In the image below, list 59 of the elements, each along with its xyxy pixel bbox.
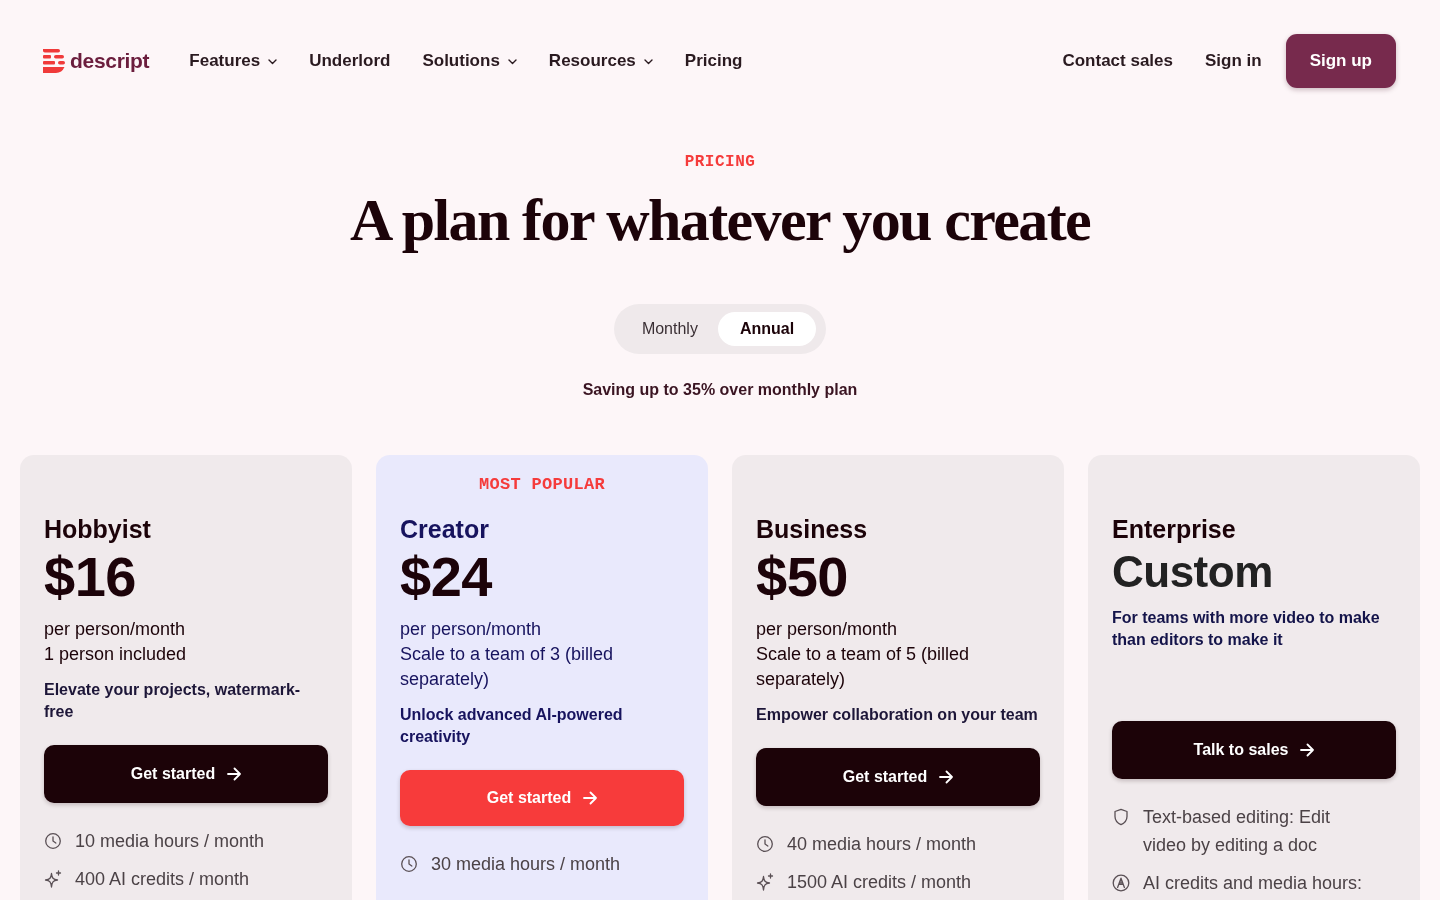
plan-detail: 1 person included — [44, 643, 188, 666]
feature-text: 40 media hours / month — [787, 833, 977, 856]
plan-button[interactable]: Get started — [44, 745, 328, 803]
feature-text: AI credits and media hours: — [1143, 872, 1363, 895]
arrow-right-icon — [1300, 743, 1315, 757]
plan-detail: per person/month — [756, 618, 899, 641]
billing-option[interactable]: Monthly — [623, 312, 716, 346]
clock-icon — [400, 855, 418, 873]
header-link[interactable]: Sign in — [1205, 51, 1262, 71]
plan-button[interactable]: Get started — [756, 748, 1040, 806]
logo-icon — [43, 49, 65, 73]
nav-link[interactable]: Resources — [548, 51, 653, 71]
billing-option[interactable]: Annual — [717, 312, 817, 346]
plan-price: $24 — [400, 549, 493, 605]
feature-text: 400 AI credits / month — [75, 868, 250, 891]
plan-price: Custom — [1112, 550, 1274, 594]
page-heading: A plan for whatever you create — [349, 186, 1091, 254]
nav-link[interactable]: Solutions — [422, 51, 517, 71]
nav-link[interactable]: Features — [189, 51, 278, 71]
nav-link[interactable]: Underlord — [309, 51, 391, 71]
plan-price: $16 — [44, 549, 137, 605]
plan-price: $50 — [756, 549, 849, 605]
plan-button[interactable]: Talk to sales — [1112, 721, 1396, 779]
plan-tagline: Unlock advanced AI-powered creativity — [400, 705, 624, 747]
arrow-right-icon — [939, 770, 954, 784]
sparkle-icon — [44, 870, 62, 888]
feature-text: 1500 AI credits / month — [787, 871, 972, 894]
caret-icon — [268, 59, 278, 65]
feature-text: Text-based editing: Edit video by editing a doc — [1143, 806, 1332, 857]
feature-text: 10 media hours / month — [75, 830, 265, 853]
plan-detail: Scale to a team of 5 (billed separately) — [756, 643, 971, 691]
plan-button[interactable]: Get started — [400, 770, 684, 826]
clock-icon — [44, 832, 62, 850]
arrow-right-icon — [227, 767, 242, 781]
arrow-right-icon — [583, 791, 598, 805]
clock-icon — [756, 835, 774, 853]
sparkle-icon — [756, 873, 774, 891]
shield-icon — [1112, 808, 1130, 826]
plan-tagline: Elevate your projects, watermark-free — [44, 680, 302, 722]
plan-detail: per person/month — [44, 618, 187, 641]
nav-link[interactable]: Pricing — [684, 51, 743, 71]
header-link[interactable]: Contact sales — [1062, 51, 1173, 71]
plan-detail: per person/month — [400, 618, 543, 641]
plan-name: Creator — [400, 514, 490, 544]
plan-name: Enterprise — [1112, 514, 1237, 544]
plan-name: Hobbyist — [44, 514, 152, 544]
plan-detail: Scale to a team of 3 (billed separately) — [400, 643, 615, 691]
caret-icon — [507, 59, 517, 65]
plan-tagline: Empower collaboration on your team — [756, 705, 1039, 725]
popular-label: MOST POPULAR — [479, 475, 605, 495]
plan-tagline: For teams with more video to make than editors to make it — [1112, 608, 1381, 650]
circled-letter-icon — [1112, 874, 1130, 892]
savings-note: Saving up to 35% over monthly plan — [582, 380, 858, 400]
plan-name: Business — [756, 514, 869, 544]
brand-name[interactable]: descript — [70, 49, 150, 73]
caret-icon — [643, 59, 653, 65]
section-eyebrow: PRICING — [684, 152, 756, 172]
sign-up-button[interactable]: Sign up — [1285, 34, 1396, 88]
feature-text: 30 media hours / month — [431, 853, 621, 876]
